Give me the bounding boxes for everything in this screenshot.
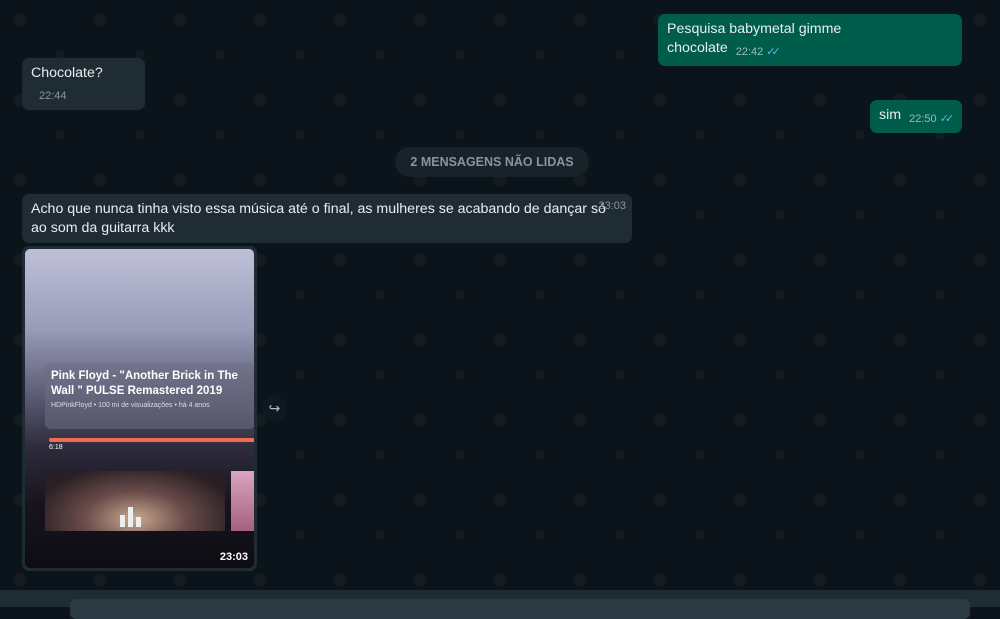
unread-messages-divider: 2 MENSAGENS NÃO LIDAS bbox=[395, 147, 589, 177]
video-message[interactable]: Pink Floyd - "Another Brick in The Wall … bbox=[22, 246, 257, 571]
message-time: 22:44 bbox=[39, 90, 67, 102]
read-ticks-icon: ✓✓ bbox=[939, 113, 955, 125]
video-progress-bar bbox=[49, 438, 254, 442]
video-thumbnail[interactable]: Pink Floyd - "Another Brick in The Wall … bbox=[25, 249, 254, 568]
message-time: 23:03 bbox=[598, 200, 626, 212]
read-ticks-icon: ✓✓ bbox=[766, 46, 781, 58]
message-outgoing[interactable]: sim 22:50 ✓✓ bbox=[870, 100, 962, 133]
video-duration: 6:18 bbox=[49, 444, 63, 451]
message-text: Acho que nunca tinha visto essa música a… bbox=[31, 201, 606, 236]
video-card: Pink Floyd - "Another Brick in The Wall … bbox=[45, 363, 254, 429]
message-time: 22:42 bbox=[735, 46, 764, 58]
video-title: Pink Floyd - "Another Brick in The Wall … bbox=[51, 370, 238, 397]
forward-icon[interactable]: ↪ bbox=[262, 396, 287, 421]
video-meta: HDPinkFloyd • 100 mi de visualizações • … bbox=[51, 402, 210, 409]
side-image bbox=[231, 471, 254, 531]
message-time: 22:50 bbox=[909, 113, 937, 125]
message-outgoing[interactable]: Pesquisa babymetal gimme chocolate 22:42 ✓… bbox=[658, 14, 962, 66]
message-incoming[interactable]: Acho que nunca tinha visto essa música a… bbox=[22, 194, 632, 243]
message-input[interactable] bbox=[70, 599, 970, 619]
equalizer-icon bbox=[120, 507, 141, 527]
message-incoming[interactable]: Chocolate? 22:44 bbox=[22, 58, 145, 110]
message-text: Chocolate? bbox=[31, 65, 103, 81]
message-text: sim bbox=[879, 107, 902, 123]
message-time: 23:03 bbox=[219, 551, 248, 563]
